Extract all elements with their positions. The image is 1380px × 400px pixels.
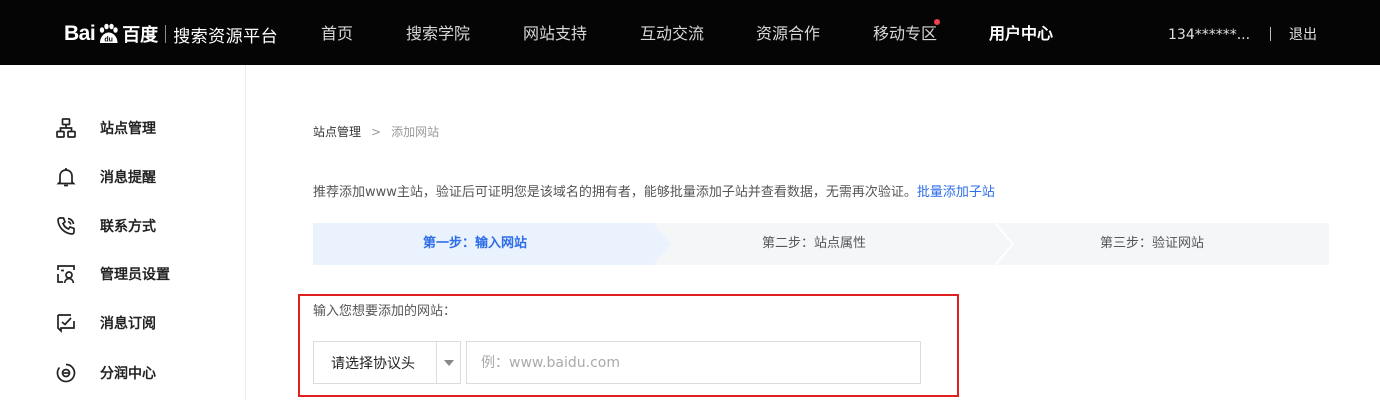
baidu-logo[interactable]: Bai du 百度 搜索资源平台 bbox=[64, 14, 278, 54]
sidebar-item-label: 消息提醒 bbox=[100, 170, 156, 186]
subscribe-check-icon bbox=[54, 311, 78, 335]
mobile-zone-badge-dot bbox=[934, 19, 940, 25]
logo-bai-text: Bai bbox=[64, 22, 96, 45]
sidebar-item-notifications[interactable]: 消息提醒 bbox=[54, 165, 156, 189]
notice-text: 推荐添加www主站，验证后可证明您是该域名的拥有者，能够批量添加子站并查看数据，… bbox=[313, 185, 917, 200]
breadcrumb: 站点管理 > 添加网站 bbox=[313, 124, 439, 140]
breadcrumb-current: 添加网站 bbox=[391, 125, 440, 139]
sidebar-item-subscriptions[interactable]: 消息订阅 bbox=[54, 311, 156, 335]
breadcrumb-separator: > bbox=[371, 125, 382, 139]
step-2-site-attributes: 第二步：站点属性 bbox=[762, 236, 867, 251]
sidebar-item-label: 联系方式 bbox=[100, 219, 156, 235]
sidebar: 站点管理 消息提醒 联系方式 管理员设置 消息订阅 分润中心 bbox=[0, 65, 246, 400]
sitemap-icon bbox=[54, 116, 78, 140]
protocol-select-value: 请选择协议头 bbox=[331, 355, 415, 372]
revenue-icon bbox=[54, 361, 78, 385]
site-input-caption: 输入您想要添加的网站： bbox=[313, 304, 457, 319]
caret-down-icon[interactable] bbox=[437, 359, 460, 366]
top-navbar: Bai du 百度 搜索资源平台 首页 搜索学院 网站支持 互动交流 资源合作 … bbox=[0, 0, 1380, 65]
sidebar-item-label: 分润中心 bbox=[100, 366, 156, 382]
step-progress-bar: 第一步：输入网站 第二步：站点属性 第三步：验证网站 bbox=[313, 223, 1329, 265]
nav-resource-cooperation[interactable]: 资源合作 bbox=[756, 24, 820, 44]
breadcrumb-parent-link[interactable]: 站点管理 bbox=[313, 124, 361, 140]
step-1-input-site: 第一步：输入网站 bbox=[423, 236, 528, 251]
sidebar-item-label: 站点管理 bbox=[100, 121, 156, 137]
nav-mobile-zone[interactable]: 移动专区 bbox=[873, 24, 937, 44]
site-url-input[interactable] bbox=[466, 341, 921, 384]
sidebar-item-contact[interactable]: 联系方式 bbox=[54, 214, 156, 238]
add-site-notice: 推荐添加www主站，验证后可证明您是该域名的拥有者，能够批量添加子站并查看数据，… bbox=[313, 184, 995, 202]
logo-baidu-cn: 百度 bbox=[122, 25, 159, 46]
batch-add-subsite-link[interactable]: 批量添加子站 bbox=[917, 185, 995, 200]
nav-interaction[interactable]: 互动交流 bbox=[640, 24, 704, 44]
paw-logo-icon: du bbox=[96, 22, 120, 46]
user-divider bbox=[1270, 27, 1271, 41]
protocol-select[interactable]: 请选择协议头 bbox=[313, 341, 461, 384]
sidebar-item-label: 消息订阅 bbox=[100, 316, 156, 332]
sidebar-item-label: 管理员设置 bbox=[100, 267, 170, 283]
phone-icon bbox=[54, 214, 78, 238]
nav-home[interactable]: 首页 bbox=[321, 24, 353, 44]
nav-search-academy[interactable]: 搜索学院 bbox=[406, 24, 470, 44]
logo-du-mark: du bbox=[105, 37, 114, 44]
nav-site-support[interactable]: 网站支持 bbox=[523, 24, 587, 44]
sidebar-item-site-management[interactable]: 站点管理 bbox=[54, 116, 156, 140]
nav-user-center[interactable]: 用户中心 bbox=[989, 24, 1053, 44]
logout-link[interactable]: 退出 bbox=[1289, 26, 1317, 44]
user-account-name[interactable]: 134******... bbox=[1168, 26, 1250, 44]
sidebar-item-revenue-center[interactable]: 分润中心 bbox=[54, 361, 156, 385]
platform-title: 搜索资源平台 bbox=[173, 26, 279, 47]
bell-icon bbox=[54, 165, 78, 189]
step-3-verify-site: 第三步：验证网站 bbox=[1100, 236, 1205, 251]
admin-id-icon bbox=[54, 262, 78, 286]
step-active-arrow bbox=[653, 223, 671, 265]
logo-divider bbox=[165, 25, 167, 43]
sidebar-item-admin-settings[interactable]: 管理员设置 bbox=[54, 262, 170, 286]
step-divider-chevron bbox=[993, 223, 1015, 265]
